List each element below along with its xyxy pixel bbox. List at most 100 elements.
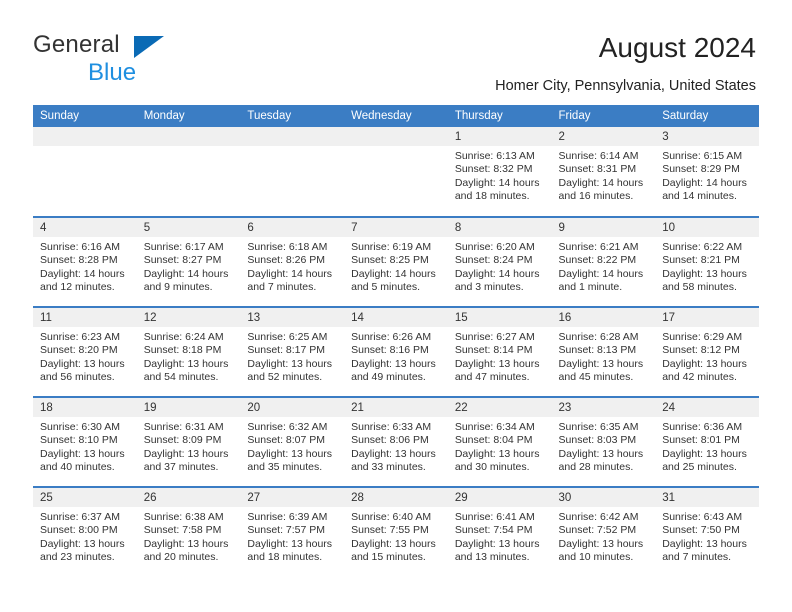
day-cell-content: 4 Sunrise: 6:16 AM Sunset: 8:28 PM Dayli… <box>33 218 137 306</box>
daylight-text-line1: Daylight: 13 hours <box>143 357 229 370</box>
day-cell-content: 24 Sunrise: 6:36 AM Sunset: 8:01 PM Dayl… <box>655 398 759 486</box>
calendar-day-cell[interactable]: 22 Sunrise: 6:34 AM Sunset: 8:04 PM Dayl… <box>447 396 552 487</box>
calendar-day-cell[interactable]: 6 Sunrise: 6:18 AM Sunset: 8:26 PM Dayli… <box>240 216 345 307</box>
sunrise-text: Sunrise: 6:16 AM <box>40 241 120 253</box>
weekday-header-sunday: Sunday <box>33 105 137 127</box>
sunset-text: Sunset: 8:17 PM <box>247 344 326 357</box>
day-details: Sunrise: 6:35 AM Sunset: 8:03 PM Dayligh… <box>552 417 656 475</box>
day-cell-content: 7 Sunrise: 6:19 AM Sunset: 8:25 PM Dayli… <box>344 218 448 306</box>
daylight-text-line1: Daylight: 13 hours <box>558 357 644 370</box>
day-number: 15 <box>447 308 552 327</box>
calendar-day-cell[interactable]: 12 Sunrise: 6:24 AM Sunset: 8:18 PM Dayl… <box>136 306 241 397</box>
calendar-day-cell[interactable]: 14 Sunrise: 6:26 AM Sunset: 8:16 PM Dayl… <box>344 306 448 397</box>
calendar-day-cell[interactable]: 11 Sunrise: 6:23 AM Sunset: 8:20 PM Dayl… <box>33 306 137 397</box>
calendar-day-cell[interactable]: 1 Sunrise: 6:13 AM Sunset: 8:32 PM Dayli… <box>447 127 552 217</box>
sunset-text: Sunset: 8:04 PM <box>454 434 533 447</box>
day-number: 11 <box>33 308 137 327</box>
day-details: Sunrise: 6:42 AM Sunset: 7:52 PM Dayligh… <box>552 507 656 565</box>
weekday-header-wednesday: Wednesday <box>344 105 448 127</box>
calendar-day-cell[interactable]: 19 Sunrise: 6:31 AM Sunset: 8:09 PM Dayl… <box>136 396 241 487</box>
day-details: Sunrise: 6:27 AM Sunset: 8:14 PM Dayligh… <box>448 327 552 385</box>
calendar-day-cell[interactable]: 25 Sunrise: 6:37 AM Sunset: 8:00 PM Dayl… <box>33 486 137 577</box>
calendar-day-cell[interactable]: 20 Sunrise: 6:32 AM Sunset: 8:07 PM Dayl… <box>240 396 345 487</box>
daylight-text-line2: and 14 minutes. <box>662 190 737 203</box>
calendar-day-cell[interactable]: 28 Sunrise: 6:40 AM Sunset: 7:55 PM Dayl… <box>344 486 448 577</box>
sunset-text: Sunset: 8:27 PM <box>143 254 222 267</box>
day-details: Sunrise: 6:29 AM Sunset: 8:12 PM Dayligh… <box>655 327 759 385</box>
calendar-day-cell[interactable]: 17 Sunrise: 6:29 AM Sunset: 8:12 PM Dayl… <box>655 306 759 397</box>
calendar-day-cell[interactable]: 4 Sunrise: 6:16 AM Sunset: 8:28 PM Dayli… <box>33 216 137 307</box>
sunset-text: Sunset: 8:21 PM <box>662 254 740 267</box>
daylight-text-line1: Daylight: 14 hours <box>558 267 644 280</box>
sunrise-text: Sunrise: 6:38 AM <box>143 511 224 523</box>
day-details: Sunrise: 6:37 AM Sunset: 8:00 PM Dayligh… <box>33 507 137 565</box>
brand-logo[interactable]: General Blue <box>33 33 273 89</box>
calendar-day-cell[interactable]: 26 Sunrise: 6:38 AM Sunset: 7:58 PM Dayl… <box>136 486 241 577</box>
daylight-text-line2: and 49 minutes. <box>351 371 426 384</box>
calendar-body: 1 Sunrise: 6:13 AM Sunset: 8:32 PM Dayli… <box>33 127 759 577</box>
calendar-day-cell[interactable] <box>344 127 448 217</box>
calendar-day-cell[interactable]: 15 Sunrise: 6:27 AM Sunset: 8:14 PM Dayl… <box>447 306 552 397</box>
calendar-day-cell[interactable]: 5 Sunrise: 6:17 AM Sunset: 8:27 PM Dayli… <box>136 216 241 307</box>
daylight-text-line1: Daylight: 13 hours <box>40 537 125 550</box>
calendar-day-cell[interactable]: 16 Sunrise: 6:28 AM Sunset: 8:13 PM Dayl… <box>551 306 656 397</box>
sunrise-text: Sunrise: 6:25 AM <box>247 331 328 343</box>
day-number: 2 <box>551 127 656 146</box>
calendar-day-cell[interactable]: 27 Sunrise: 6:39 AM Sunset: 7:57 PM Dayl… <box>240 486 345 577</box>
day-cell-content: 6 Sunrise: 6:18 AM Sunset: 8:26 PM Dayli… <box>240 218 345 306</box>
daylight-text-line1: Daylight: 13 hours <box>247 537 333 550</box>
day-cell-content: 17 Sunrise: 6:29 AM Sunset: 8:12 PM Dayl… <box>655 308 759 396</box>
day-cell-content: 5 Sunrise: 6:17 AM Sunset: 8:27 PM Dayli… <box>136 218 241 306</box>
daylight-text-line1: Daylight: 13 hours <box>247 447 333 460</box>
sunrise-text: Sunrise: 6:14 AM <box>558 150 639 162</box>
daylight-text-line1: Daylight: 13 hours <box>40 447 125 460</box>
calendar-day-cell[interactable]: 2 Sunrise: 6:14 AM Sunset: 8:31 PM Dayli… <box>551 127 656 217</box>
sunset-text: Sunset: 8:10 PM <box>40 434 118 447</box>
day-cell-content: 20 Sunrise: 6:32 AM Sunset: 8:07 PM Dayl… <box>240 398 345 486</box>
calendar-day-cell[interactable]: 8 Sunrise: 6:20 AM Sunset: 8:24 PM Dayli… <box>447 216 552 307</box>
calendar-day-cell[interactable]: 29 Sunrise: 6:41 AM Sunset: 7:54 PM Dayl… <box>447 486 552 577</box>
day-number: 26 <box>136 488 241 507</box>
daylight-text-line1: Daylight: 13 hours <box>662 357 747 370</box>
calendar-day-cell[interactable]: 31 Sunrise: 6:43 AM Sunset: 7:50 PM Dayl… <box>655 486 759 577</box>
calendar-day-cell[interactable] <box>33 127 137 217</box>
sunset-text: Sunset: 8:24 PM <box>454 254 533 267</box>
calendar-day-cell[interactable]: 24 Sunrise: 6:36 AM Sunset: 8:01 PM Dayl… <box>655 396 759 487</box>
day-cell-content: 12 Sunrise: 6:24 AM Sunset: 8:18 PM Dayl… <box>136 308 241 396</box>
day-cell-content: 29 Sunrise: 6:41 AM Sunset: 7:54 PM Dayl… <box>447 488 552 576</box>
daylight-text-line1: Daylight: 13 hours <box>558 447 644 460</box>
calendar-day-cell[interactable]: 3 Sunrise: 6:15 AM Sunset: 8:29 PM Dayli… <box>655 127 759 217</box>
day-number: 12 <box>136 308 241 327</box>
sunset-text: Sunset: 8:16 PM <box>351 344 429 357</box>
sunrise-text: Sunrise: 6:35 AM <box>558 421 639 433</box>
day-number: 25 <box>33 488 137 507</box>
daylight-text-line2: and 28 minutes. <box>558 461 634 474</box>
day-number <box>240 127 345 146</box>
day-number: 20 <box>240 398 345 417</box>
calendar-day-cell[interactable]: 30 Sunrise: 6:42 AM Sunset: 7:52 PM Dayl… <box>551 486 656 577</box>
calendar-day-cell[interactable]: 7 Sunrise: 6:19 AM Sunset: 8:25 PM Dayli… <box>344 216 448 307</box>
calendar-day-cell[interactable]: 10 Sunrise: 6:22 AM Sunset: 8:21 PM Dayl… <box>655 216 759 307</box>
day-cell-content <box>33 127 137 215</box>
calendar-day-cell[interactable]: 18 Sunrise: 6:30 AM Sunset: 8:10 PM Dayl… <box>33 396 137 487</box>
daylight-text-line1: Daylight: 13 hours <box>662 537 747 550</box>
day-details: Sunrise: 6:43 AM Sunset: 7:50 PM Dayligh… <box>655 507 759 565</box>
calendar-day-cell[interactable] <box>240 127 345 217</box>
calendar-day-cell[interactable] <box>136 127 241 217</box>
sunset-text: Sunset: 7:54 PM <box>454 524 533 537</box>
calendar-header-row: Sunday Monday Tuesday Wednesday Thursday… <box>33 105 759 127</box>
sunset-text: Sunset: 8:09 PM <box>143 434 222 447</box>
calendar-day-cell[interactable]: 21 Sunrise: 6:33 AM Sunset: 8:06 PM Dayl… <box>344 396 448 487</box>
calendar-day-cell[interactable]: 9 Sunrise: 6:21 AM Sunset: 8:22 PM Dayli… <box>551 216 656 307</box>
daylight-text-line2: and 37 minutes. <box>143 461 219 474</box>
sunrise-text: Sunrise: 6:26 AM <box>351 331 432 343</box>
day-number: 19 <box>136 398 241 417</box>
daylight-text-line1: Daylight: 14 hours <box>454 176 540 189</box>
day-number: 22 <box>447 398 552 417</box>
calendar-week-row: 4 Sunrise: 6:16 AM Sunset: 8:28 PM Dayli… <box>33 216 759 307</box>
calendar-day-cell[interactable]: 13 Sunrise: 6:25 AM Sunset: 8:17 PM Dayl… <box>240 306 345 397</box>
calendar-day-cell[interactable]: 23 Sunrise: 6:35 AM Sunset: 8:03 PM Dayl… <box>551 396 656 487</box>
calendar-table: Sunday Monday Tuesday Wednesday Thursday… <box>33 105 759 577</box>
day-cell-content: 2 Sunrise: 6:14 AM Sunset: 8:31 PM Dayli… <box>551 127 656 215</box>
day-number: 6 <box>240 218 345 237</box>
